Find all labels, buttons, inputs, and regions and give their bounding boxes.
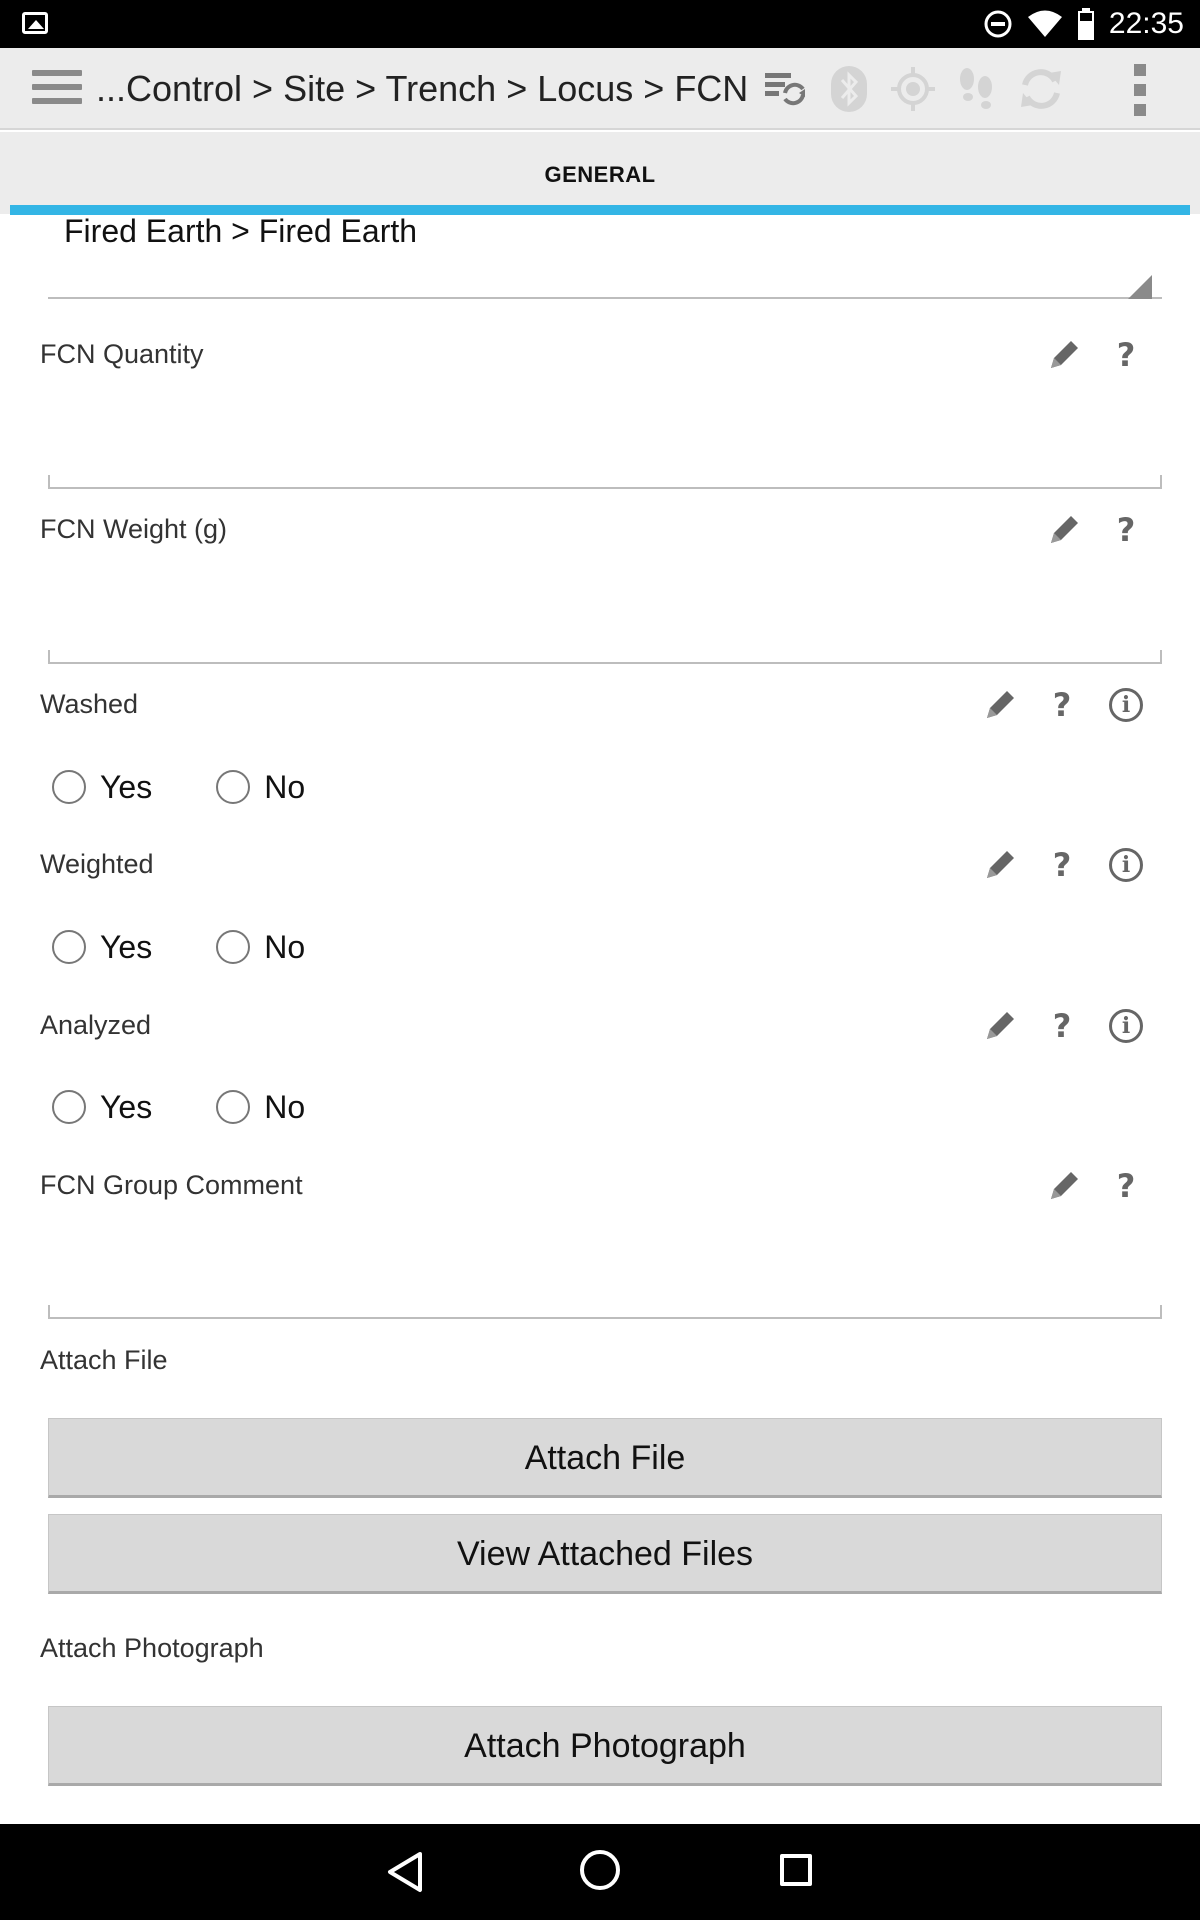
fcn-weight-input[interactable]	[48, 650, 1162, 664]
tab-bar: GENERAL	[0, 132, 1200, 214]
bluetooth-icon[interactable]	[820, 60, 878, 118]
fcn-quantity-edit-pencil-icon[interactable]	[1044, 335, 1084, 375]
weighted-label: Weighted	[40, 849, 154, 879]
back-icon[interactable]	[384, 1850, 424, 1899]
wifi-icon	[1027, 10, 1063, 38]
analyzed-help-icon[interactable]: ?	[1042, 1006, 1082, 1046]
washed-radio-yes[interactable]: Yes	[52, 769, 152, 806]
view-attached-files-button[interactable]: View Attached Files	[48, 1514, 1162, 1594]
fcn-weight-label: FCN Weight (g)	[40, 514, 228, 544]
spinner-dropdown-icon[interactable]	[1128, 275, 1152, 299]
fcn-group-comment-edit-pencil-icon[interactable]	[1044, 1166, 1084, 1206]
attach-file-button[interactable]: Attach File	[48, 1418, 1162, 1498]
fcn-group-comment-input[interactable]	[48, 1305, 1162, 1319]
tab-general[interactable]: GENERAL	[0, 132, 1200, 214]
fcn-group-comment-label: FCN Group Comment	[40, 1170, 303, 1200]
status-time: 22:35	[1108, 7, 1184, 40]
weighted-radio-yes[interactable]: Yes	[52, 929, 152, 966]
weighted-radio-no[interactable]: No	[216, 929, 305, 966]
navigation-bar	[0, 1824, 1200, 1920]
dnd-icon	[983, 9, 1013, 39]
home-icon[interactable]	[580, 1850, 620, 1890]
gps-icon[interactable]	[884, 60, 942, 118]
analyzed-info-icon[interactable]: i	[1106, 1006, 1146, 1046]
fcn-quantity-label: FCN Quantity	[40, 339, 204, 369]
analyzed-radio-group: Yes No	[52, 1087, 369, 1127]
menu-icon[interactable]	[32, 70, 82, 108]
breadcrumb[interactable]: ...Control > Site > Trench > Locus > FCN	[96, 48, 748, 130]
form-content[interactable]: Fired Earth > Fired Earth FCN Quantity ?…	[10, 215, 1190, 1823]
fcn-quantity-input[interactable]	[48, 475, 1162, 489]
tracking-icon[interactable]	[948, 60, 1006, 118]
washed-radio-group: Yes No	[52, 767, 369, 807]
weighted-info-icon[interactable]: i	[1106, 845, 1146, 885]
status-bar: 22:35	[0, 0, 1200, 48]
attach-photograph-button[interactable]: Attach Photograph	[48, 1706, 1162, 1786]
analyzed-radio-yes[interactable]: Yes	[52, 1089, 152, 1126]
sync-list-icon[interactable]	[756, 60, 814, 118]
refresh-icon[interactable]	[1012, 60, 1070, 118]
fcn-quantity-help-icon[interactable]: ?	[1106, 335, 1146, 375]
analyzed-label: Analyzed	[40, 1010, 152, 1040]
recent-apps-icon[interactable]	[780, 1854, 812, 1886]
type-spinner-underline	[48, 297, 1162, 299]
attach-photograph-label: Attach Photograph	[40, 1633, 264, 1663]
weighted-help-icon[interactable]: ?	[1042, 845, 1082, 885]
action-bar: ...Control > Site > Trench > Locus > FCN	[0, 48, 1200, 130]
weighted-edit-pencil-icon[interactable]	[980, 845, 1020, 885]
battery-icon	[1077, 8, 1095, 40]
attach-file-label: Attach File	[40, 1345, 168, 1375]
washed-edit-pencil-icon[interactable]	[980, 685, 1020, 725]
fcn-weight-edit-pencil-icon[interactable]	[1044, 510, 1084, 550]
gallery-icon	[22, 12, 48, 34]
analyzed-radio-no[interactable]: No	[216, 1089, 305, 1126]
fcn-group-comment-help-icon[interactable]: ?	[1106, 1166, 1146, 1206]
washed-help-icon[interactable]: ?	[1042, 685, 1082, 725]
tab-indicator	[10, 205, 1190, 215]
fcn-weight-help-icon[interactable]: ?	[1106, 510, 1146, 550]
overflow-menu-icon[interactable]	[1130, 64, 1150, 116]
type-spinner-value[interactable]: Fired Earth > Fired Earth	[64, 215, 417, 247]
washed-label: Washed	[40, 689, 139, 719]
analyzed-edit-pencil-icon[interactable]	[980, 1006, 1020, 1046]
washed-radio-no[interactable]: No	[216, 769, 305, 806]
washed-info-icon[interactable]: i	[1106, 685, 1146, 725]
weighted-radio-group: Yes No	[52, 927, 369, 967]
